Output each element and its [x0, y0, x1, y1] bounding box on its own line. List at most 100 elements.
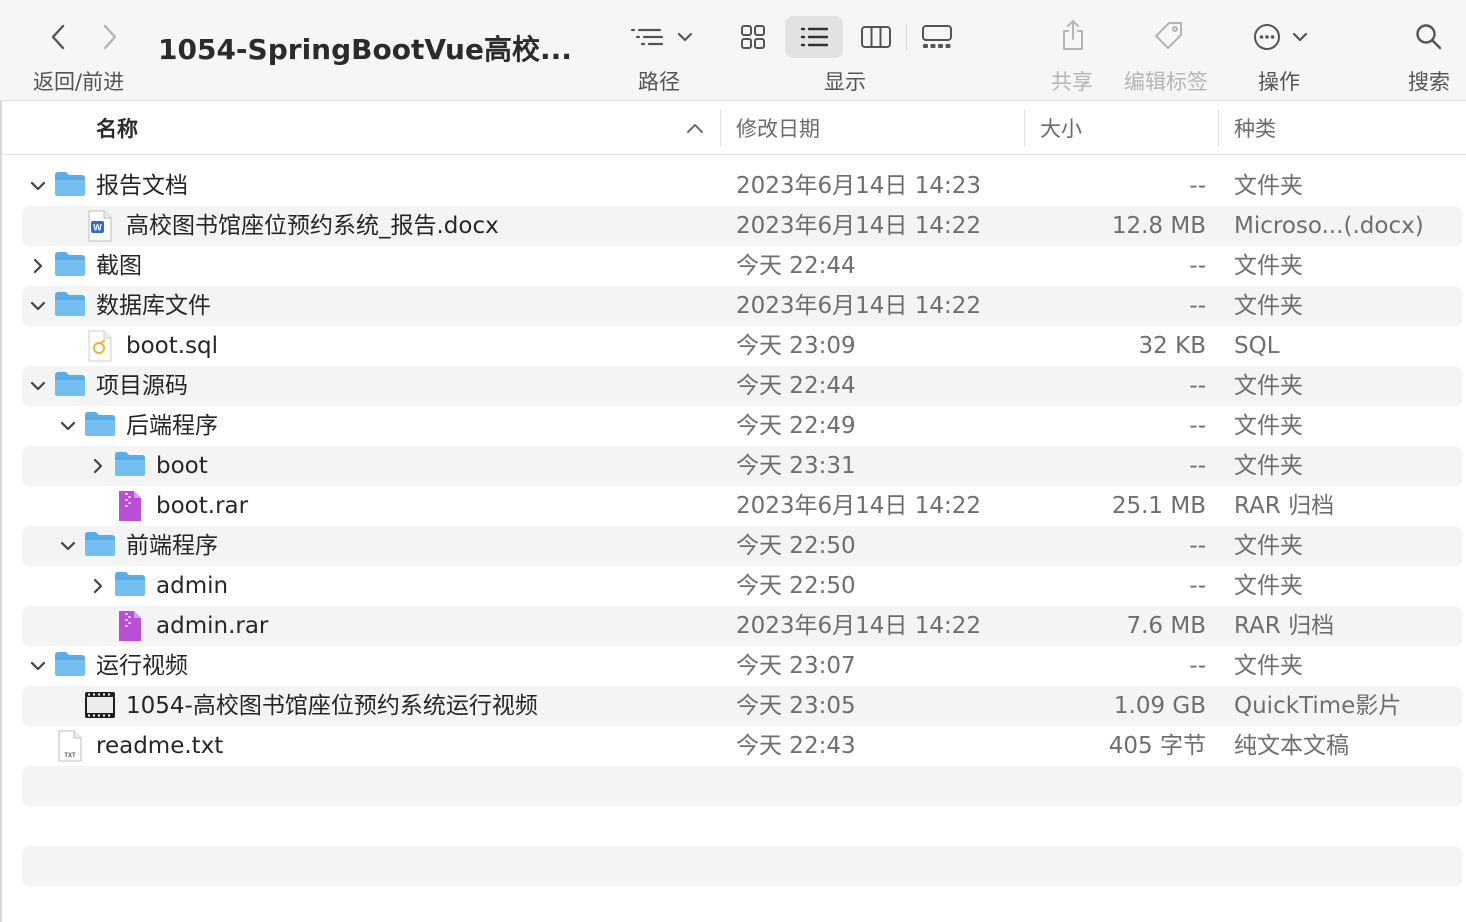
column-divider[interactable]	[720, 109, 721, 147]
folder-icon	[54, 370, 86, 402]
table-row[interactable]: 运行视频 今天 23:07 -- 文件夹	[22, 646, 1462, 686]
table-row[interactable]: 前端程序 今天 22:50 -- 文件夹	[22, 526, 1462, 566]
table-row[interactable]: 报告文档 2023年6月14日 14:23 -- 文件夹	[22, 166, 1462, 206]
svg-text:TXT: TXT	[64, 753, 76, 759]
table-row[interactable]: boot 今天 23:31 -- 文件夹	[22, 446, 1462, 486]
file-size: --	[1189, 573, 1206, 599]
list-view-icon[interactable]	[798, 22, 830, 52]
disclosure-collapsed-icon[interactable]	[88, 576, 108, 596]
view-label: 显示	[824, 70, 866, 94]
file-kind: RAR 归档	[1234, 613, 1335, 639]
file-date: 2023年6月14日 14:23	[736, 173, 982, 199]
disclosure-collapsed-icon[interactable]	[88, 456, 108, 476]
column-divider[interactable]	[1218, 109, 1219, 147]
table-row[interactable]: admin 今天 22:50 -- 文件夹	[22, 566, 1462, 606]
column-kind[interactable]: 种类	[1234, 113, 1276, 143]
file-name: boot.sql	[126, 333, 219, 359]
folder-icon	[84, 410, 116, 442]
icon-view-icon[interactable]	[738, 22, 768, 52]
disclosure-expanded-icon[interactable]	[28, 376, 48, 396]
rar-archive-icon	[117, 610, 143, 646]
file-size: 405 字节	[1108, 733, 1206, 759]
file-date: 今天 22:44	[736, 253, 856, 279]
disclosure-expanded-icon[interactable]	[58, 536, 78, 556]
disclosure-collapsed-icon[interactable]	[28, 256, 48, 276]
sort-ascending-icon[interactable]	[684, 117, 706, 139]
file-name: 项目源码	[96, 373, 188, 399]
table-row[interactable]: 截图 今天 22:44 -- 文件夹	[22, 246, 1462, 286]
back-icon[interactable]	[44, 22, 72, 52]
file-name: 前端程序	[126, 533, 218, 559]
file-name: 截图	[96, 253, 142, 279]
file-kind: RAR 归档	[1234, 493, 1335, 519]
toolbar-separator	[906, 24, 907, 50]
file-kind: QuickTime影片	[1234, 693, 1402, 719]
share-icon[interactable]	[1058, 18, 1088, 52]
gallery-view-icon[interactable]	[920, 22, 954, 52]
file-kind: 文件夹	[1234, 533, 1303, 559]
action-menu-icon[interactable]	[1252, 22, 1312, 52]
file-name: 高校图书馆座位预约系统_报告.docx	[126, 213, 499, 239]
table-row[interactable]: 数据库文件 2023年6月14日 14:22 -- 文件夹	[22, 286, 1462, 326]
file-size: --	[1189, 253, 1206, 279]
column-size[interactable]: 大小	[1040, 113, 1082, 143]
table-row[interactable]: admin.rar 2023年6月14日 14:22 7.6 MB RAR 归档	[22, 606, 1462, 646]
table-row[interactable]: 后端程序 今天 22:49 -- 文件夹	[22, 406, 1462, 446]
table-row[interactable]: 项目源码 今天 22:44 -- 文件夹	[22, 366, 1462, 406]
window-title: 1054-SpringBootVue高校...	[158, 33, 572, 66]
word-doc-icon: W	[87, 210, 113, 246]
file-name: 报告文档	[96, 173, 188, 199]
path-menu-icon[interactable]	[628, 22, 698, 52]
file-name: admin.rar	[156, 613, 269, 639]
file-kind: 文件夹	[1234, 253, 1303, 279]
file-date: 2023年6月14日 14:22	[736, 613, 982, 639]
empty-row	[22, 766, 1462, 806]
empty-row	[22, 806, 1462, 846]
tag-icon[interactable]	[1152, 20, 1186, 52]
disclosure-expanded-icon[interactable]	[28, 176, 48, 196]
file-kind: 文件夹	[1234, 293, 1303, 319]
file-kind: Microso...(.docx)	[1234, 213, 1424, 239]
file-name: readme.txt	[96, 733, 224, 759]
file-date: 今天 23:07	[736, 653, 856, 679]
file-name: 运行视频	[96, 653, 188, 679]
table-row[interactable]: boot.sql 今天 23:09 32 KB SQL	[22, 326, 1462, 366]
file-name: 1054-高校图书馆座位预约系统运行视频	[126, 693, 538, 719]
path-label: 路径	[638, 70, 680, 94]
folder-icon	[114, 570, 146, 602]
file-kind: 文件夹	[1234, 453, 1303, 479]
file-date: 今天 23:05	[736, 693, 856, 719]
window-edge	[0, 101, 2, 922]
column-divider[interactable]	[1024, 109, 1025, 147]
file-size: --	[1189, 653, 1206, 679]
file-date: 今天 22:50	[736, 573, 856, 599]
search-icon[interactable]	[1414, 22, 1444, 52]
file-size: --	[1189, 413, 1206, 439]
disclosure-expanded-icon[interactable]	[28, 656, 48, 676]
file-kind: 文件夹	[1234, 173, 1303, 199]
file-date: 2023年6月14日 14:22	[736, 293, 982, 319]
folder-icon	[54, 170, 86, 202]
disclosure-expanded-icon[interactable]	[58, 416, 78, 436]
table-row[interactable]: W 高校图书馆座位预约系统_报告.docx 2023年6月14日 14:22 12.8…	[22, 206, 1462, 246]
file-date: 2023年6月14日 14:22	[736, 493, 982, 519]
folder-icon	[54, 250, 86, 282]
file-date: 今天 22:49	[736, 413, 856, 439]
file-size: 1.09 GB	[1113, 693, 1206, 719]
file-kind: 文件夹	[1234, 573, 1303, 599]
file-size: --	[1189, 293, 1206, 319]
forward-icon[interactable]	[96, 22, 124, 52]
file-name: 后端程序	[126, 413, 218, 439]
table-row[interactable]: 1054-高校图书馆座位预约系统运行视频 今天 23:05 1.09 GB Quick…	[22, 686, 1462, 726]
table-row[interactable]: boot.rar 2023年6月14日 14:22 25.1 MB RAR 归档	[22, 486, 1462, 526]
tags-label: 编辑标签	[1124, 70, 1208, 94]
file-size: 7.6 MB	[1126, 613, 1206, 639]
column-view-icon[interactable]	[859, 22, 893, 52]
column-date[interactable]: 修改日期	[736, 113, 820, 143]
file-name: 数据库文件	[96, 293, 211, 319]
disclosure-expanded-icon[interactable]	[28, 296, 48, 316]
empty-row	[22, 846, 1462, 886]
file-date: 今天 22:43	[736, 733, 856, 759]
table-row[interactable]: TXT readme.txt 今天 22:43 405 字节 纯文本文稿	[22, 726, 1462, 766]
column-name[interactable]: 名称	[96, 113, 138, 143]
